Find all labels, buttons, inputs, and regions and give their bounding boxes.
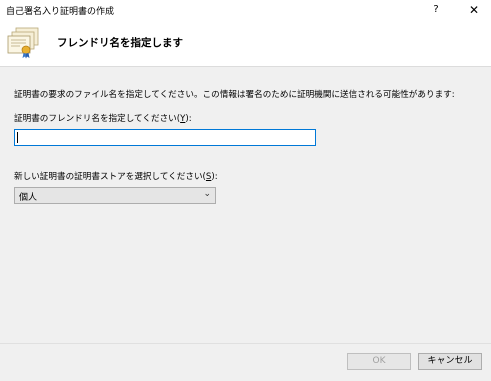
- page-title: フレンドリ名を指定します: [57, 37, 183, 49]
- ok-button[interactable]: OK: [347, 353, 411, 370]
- dialog-header: フレンドリ名を指定します: [0, 20, 491, 67]
- cancel-button[interactable]: キャンセル: [418, 353, 482, 370]
- close-button[interactable]: ✕: [458, 0, 490, 20]
- window-title: 自己署名入り証明書の作成: [6, 7, 115, 17]
- title-bar: 自己署名入り証明書の作成 ? ✕: [0, 0, 491, 20]
- help-button[interactable]: ?: [422, 0, 450, 20]
- certificate-store-dropdown[interactable]: 個人 ⌄: [14, 187, 216, 204]
- certificate-store-value: 個人: [19, 193, 38, 203]
- certificate-icon: [7, 27, 39, 59]
- description-text: 証明書の要求のファイル名を指定してください。この情報は署名のために証明機関に送信…: [14, 90, 455, 100]
- footer-divider: [0, 343, 491, 344]
- text-cursor: [17, 132, 18, 143]
- friendly-name-input[interactable]: [14, 129, 316, 146]
- certificate-store-label: 新しい証明書の証明書ストアを選択してください(S):: [14, 172, 218, 182]
- friendly-name-label: 証明書のフレンドリ名を指定してください(Y):: [14, 114, 192, 124]
- chevron-down-icon: ⌄: [203, 189, 211, 199]
- dialog-body: [0, 67, 491, 353]
